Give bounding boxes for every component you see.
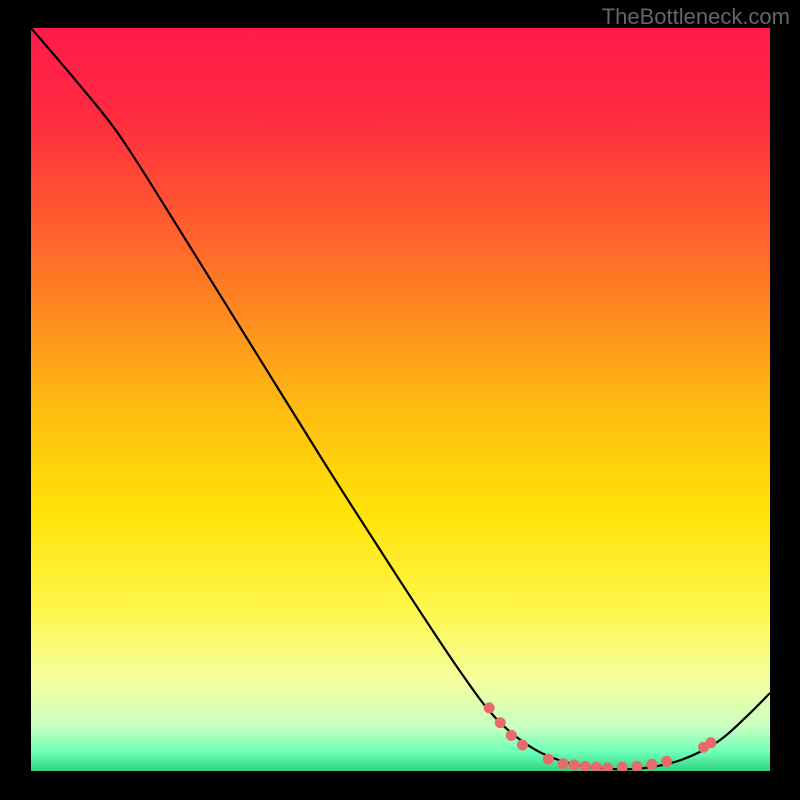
chart-area (31, 28, 770, 771)
data-marker (558, 758, 569, 769)
data-marker (543, 754, 554, 765)
curve-overlay (31, 28, 770, 771)
data-marker (705, 737, 716, 748)
attribution-text: TheBottleneck.com (602, 4, 790, 30)
data-marker (484, 702, 495, 713)
data-marker (602, 763, 613, 771)
data-marker (617, 762, 628, 771)
bottleneck-curve (31, 28, 770, 769)
data-marker (495, 717, 506, 728)
data-marker (506, 730, 517, 741)
data-marker (517, 739, 528, 750)
data-marker (569, 760, 580, 771)
data-marker (646, 759, 657, 770)
data-marker (580, 761, 591, 771)
data-marker (591, 762, 602, 771)
data-marker (661, 756, 672, 767)
data-marker (631, 761, 642, 771)
